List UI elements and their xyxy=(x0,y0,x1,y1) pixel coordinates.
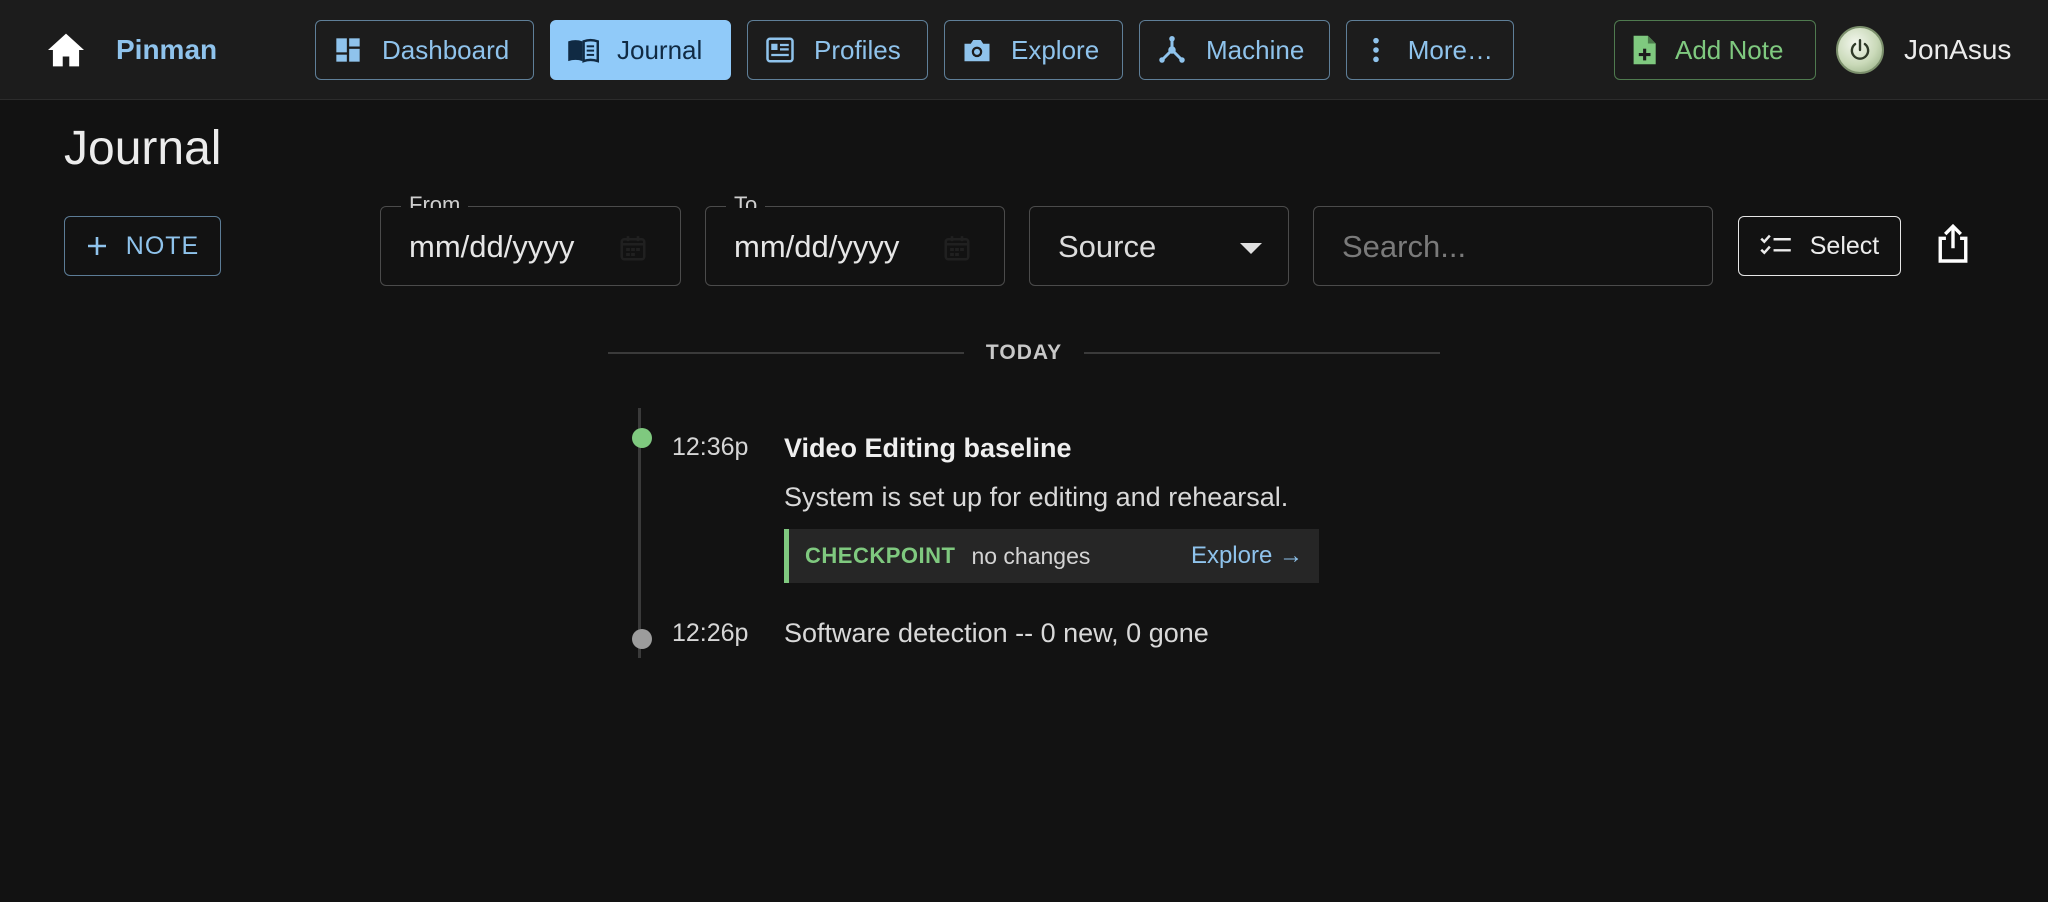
dashboard-icon xyxy=(332,34,364,66)
checkpoint-status: no changes xyxy=(971,542,1091,569)
profile-icon xyxy=(764,34,796,66)
to-date-field[interactable]: To mm/dd/yyyy xyxy=(705,194,1005,286)
more-vertical-icon xyxy=(1363,34,1390,66)
entry-time: 12:36p xyxy=(672,433,749,461)
nav-explore-button[interactable]: Explore xyxy=(944,20,1123,80)
checkpoint-explore-link[interactable]: Explore → xyxy=(1191,542,1303,570)
nav-profiles-button[interactable]: Profiles xyxy=(747,20,928,80)
entry-title[interactable]: Video Editing baseline xyxy=(784,432,1072,464)
entry-text: Software detection -- 0 new, 0 gone xyxy=(784,618,1209,648)
add-note-label: Add Note xyxy=(1675,34,1784,65)
checkpoint-card: CHECKPOINT no changes Explore → xyxy=(784,529,1319,583)
nav-machine-button[interactable]: Machine xyxy=(1139,20,1330,80)
date-group-divider: TODAY xyxy=(608,330,1441,376)
checkpoint-label: CHECKPOINT xyxy=(805,543,956,568)
from-date-field[interactable]: From mm/dd/yyyy xyxy=(380,194,681,286)
nav-journal-button[interactable]: Journal xyxy=(550,20,731,80)
dropdown-arrow-icon xyxy=(1240,243,1262,254)
book-icon xyxy=(567,34,599,66)
note-add-icon xyxy=(1631,34,1657,66)
nav-machine-label: Machine xyxy=(1206,34,1305,65)
calendar-icon[interactable] xyxy=(618,233,648,263)
power-icon[interactable] xyxy=(1836,26,1884,74)
select-button[interactable]: Select xyxy=(1738,216,1901,276)
source-select[interactable]: Source xyxy=(1029,206,1289,286)
hub-icon xyxy=(1156,34,1188,66)
calendar-icon[interactable] xyxy=(942,233,972,263)
search-input[interactable]: Search... xyxy=(1313,206,1713,286)
nav-dashboard-label: Dashboard xyxy=(382,34,510,65)
nav-more-label: More… xyxy=(1407,34,1493,65)
entry-time: 12:26p xyxy=(672,619,749,647)
nav-more-button[interactable]: More… xyxy=(1346,20,1514,80)
timeline-dot xyxy=(632,428,652,448)
search-placeholder: Search... xyxy=(1342,229,1467,264)
checklist-icon xyxy=(1760,233,1792,259)
plus-icon xyxy=(86,235,108,257)
to-date-value[interactable]: mm/dd/yyyy xyxy=(734,229,899,265)
top-navigation-bar: Pinman Dashboard Journal Profiles Explor… xyxy=(0,0,2048,100)
add-note-button[interactable]: Add Note xyxy=(1614,20,1816,80)
timeline-dot xyxy=(632,629,652,649)
brand-name[interactable]: Pinman xyxy=(116,34,217,66)
user-name[interactable]: JonAsus xyxy=(1904,34,2011,66)
nav-dashboard-button[interactable]: Dashboard xyxy=(315,20,534,80)
new-note-label: NOTE xyxy=(125,231,200,260)
divider-line xyxy=(608,352,964,354)
source-select-value: Source xyxy=(1058,229,1157,264)
home-icon[interactable] xyxy=(44,30,88,70)
from-date-value[interactable]: mm/dd/yyyy xyxy=(409,229,574,265)
share-icon[interactable] xyxy=(1936,223,1976,268)
new-note-button[interactable]: NOTE xyxy=(64,216,221,276)
nav-journal-label: Journal xyxy=(617,34,703,65)
divider-line xyxy=(1084,352,1441,354)
entry-description: System is set up for editing and rehears… xyxy=(784,482,1289,512)
date-group-label: TODAY xyxy=(985,341,1063,364)
page-title: Journal xyxy=(64,122,222,175)
from-date-label: From xyxy=(401,194,469,208)
camera-icon xyxy=(961,34,993,66)
to-date-label: To xyxy=(726,194,766,208)
select-button-label: Select xyxy=(1809,231,1880,260)
nav-profiles-label: Profiles xyxy=(814,34,901,65)
nav-explore-label: Explore xyxy=(1011,34,1100,65)
